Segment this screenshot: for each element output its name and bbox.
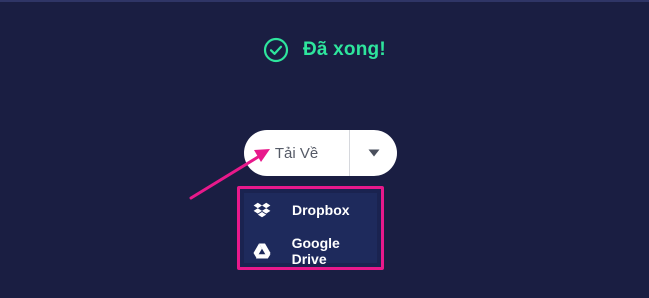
menu-item-label: Google Drive xyxy=(291,235,340,267)
check-circle-icon xyxy=(263,37,289,63)
save-destination-menu: Dropbox Google Drive xyxy=(237,186,384,270)
caret-down-icon xyxy=(368,149,379,157)
download-button[interactable]: Tải Về xyxy=(244,130,349,176)
dropbox-icon xyxy=(252,200,272,220)
status-message: Đã xong! xyxy=(263,37,386,63)
download-button-group: Tải Về xyxy=(244,130,397,176)
google-drive-icon xyxy=(252,241,272,261)
top-border xyxy=(0,0,649,2)
menu-item-dropbox[interactable]: Dropbox xyxy=(252,198,350,222)
menu-item-google-drive[interactable]: Google Drive xyxy=(252,235,377,267)
dropdown-toggle-button[interactable] xyxy=(350,130,397,176)
status-text: Đã xong! xyxy=(303,39,386,60)
menu-item-label: Dropbox xyxy=(292,202,350,218)
menu-panel: Dropbox Google Drive xyxy=(244,193,377,267)
